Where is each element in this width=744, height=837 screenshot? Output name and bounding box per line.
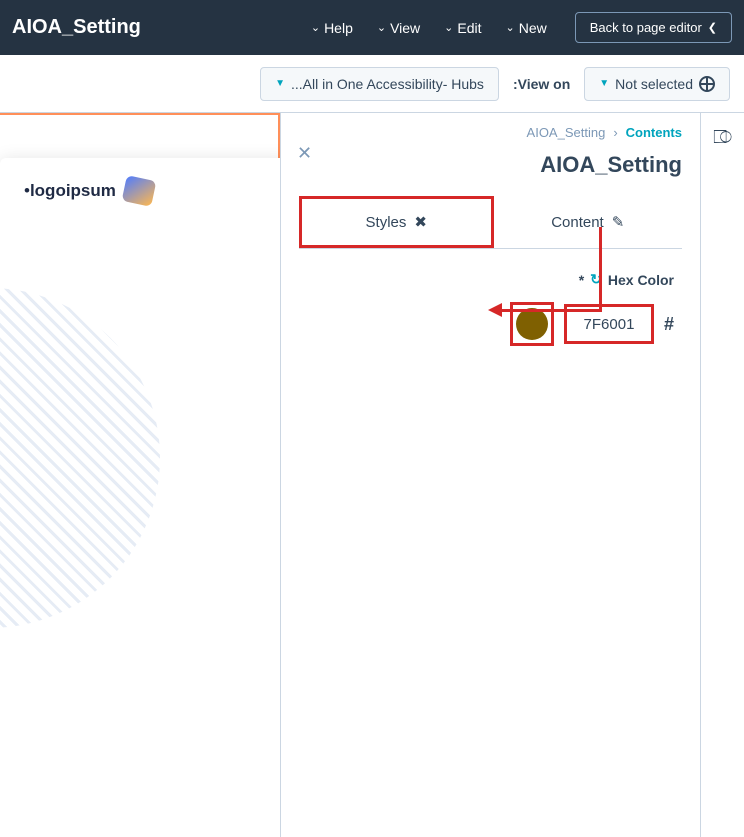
caret-down-icon: ▼	[275, 78, 285, 89]
chevron-down-icon: ⌄	[377, 21, 386, 34]
caret-down-icon: ▼	[599, 78, 609, 89]
chevron-right-icon: ❯	[708, 21, 717, 34]
top-bar: ❯ Back to page editor New⌄ Edit⌄ View⌄ H…	[0, 0, 744, 55]
not-selected-dropdown[interactable]: Not selected ▼	[584, 67, 730, 101]
annotation-arrow	[599, 227, 602, 309]
decorative-blob	[0, 288, 160, 628]
menu-edit[interactable]: Edit⌄	[434, 14, 491, 42]
breadcrumb: Contents ‹ AIOA_Setting	[299, 125, 682, 140]
chevron-down-icon: ⌄	[506, 21, 515, 34]
logo-mark-icon	[122, 175, 157, 207]
required-marker: *	[579, 272, 584, 288]
tab-styles[interactable]: ✖ Styles	[299, 196, 494, 248]
menu-bar: New⌄ Edit⌄ View⌄ Help⌄	[301, 14, 557, 42]
panel-header: Contents ‹ AIOA_Setting AIOA_Setting ✎ C…	[281, 113, 700, 249]
close-icon[interactable]: ✕	[297, 143, 312, 164]
hash-symbol: #	[664, 314, 674, 335]
chevron-down-icon: ⌄	[444, 21, 453, 34]
logo-text: logoipsum•	[24, 181, 116, 201]
preview-card: logoipsum•	[0, 158, 280, 837]
preview-logo: logoipsum•	[24, 178, 266, 204]
preview-pane: logoipsum•	[0, 113, 280, 837]
breadcrumb-root[interactable]: Contents	[626, 125, 682, 140]
view-on-label: View on:	[513, 76, 570, 92]
brush-icon: ✖	[414, 213, 427, 231]
panel-title: AIOA_Setting	[299, 152, 682, 178]
menu-new[interactable]: New⌄	[496, 14, 557, 42]
back-label: Back to page editor	[590, 20, 702, 35]
menu-view[interactable]: View⌄	[367, 14, 430, 42]
tab-content[interactable]: ✎ Content	[494, 196, 683, 248]
breadcrumb-current: AIOA_Setting	[527, 125, 606, 140]
panel-body: Hex Color ↻ * #	[281, 249, 700, 368]
chevron-down-icon: ⌄	[311, 21, 320, 34]
globe-icon	[699, 76, 715, 92]
context-bar: Not selected ▼ View on: All in One Acces…	[0, 55, 744, 113]
chevron-left-icon: ‹	[613, 125, 617, 140]
pencil-icon: ✎	[612, 213, 625, 231]
back-to-editor-button[interactable]: ❯ Back to page editor	[575, 12, 732, 43]
module-tree-icon[interactable]: ⎄	[713, 127, 732, 148]
menu-help[interactable]: Help⌄	[301, 14, 363, 42]
color-swatch	[516, 308, 548, 340]
view-on-dropdown[interactable]: All in One Accessibility- Hubs... ▼	[260, 67, 499, 101]
hex-color-label: Hex Color ↻ *	[307, 271, 674, 288]
workspace: ⎄ ✕ Contents ‹ AIOA_Setting AIOA_Setting…	[0, 113, 744, 837]
settings-panel: ✕ Contents ‹ AIOA_Setting AIOA_Setting ✎…	[280, 113, 700, 837]
page-title: AIOA_Setting	[12, 16, 141, 39]
tool-rail: ⎄	[700, 113, 744, 837]
panel-tabs: ✎ Content ✖ Styles	[299, 196, 682, 249]
annotation-arrow	[498, 309, 602, 312]
